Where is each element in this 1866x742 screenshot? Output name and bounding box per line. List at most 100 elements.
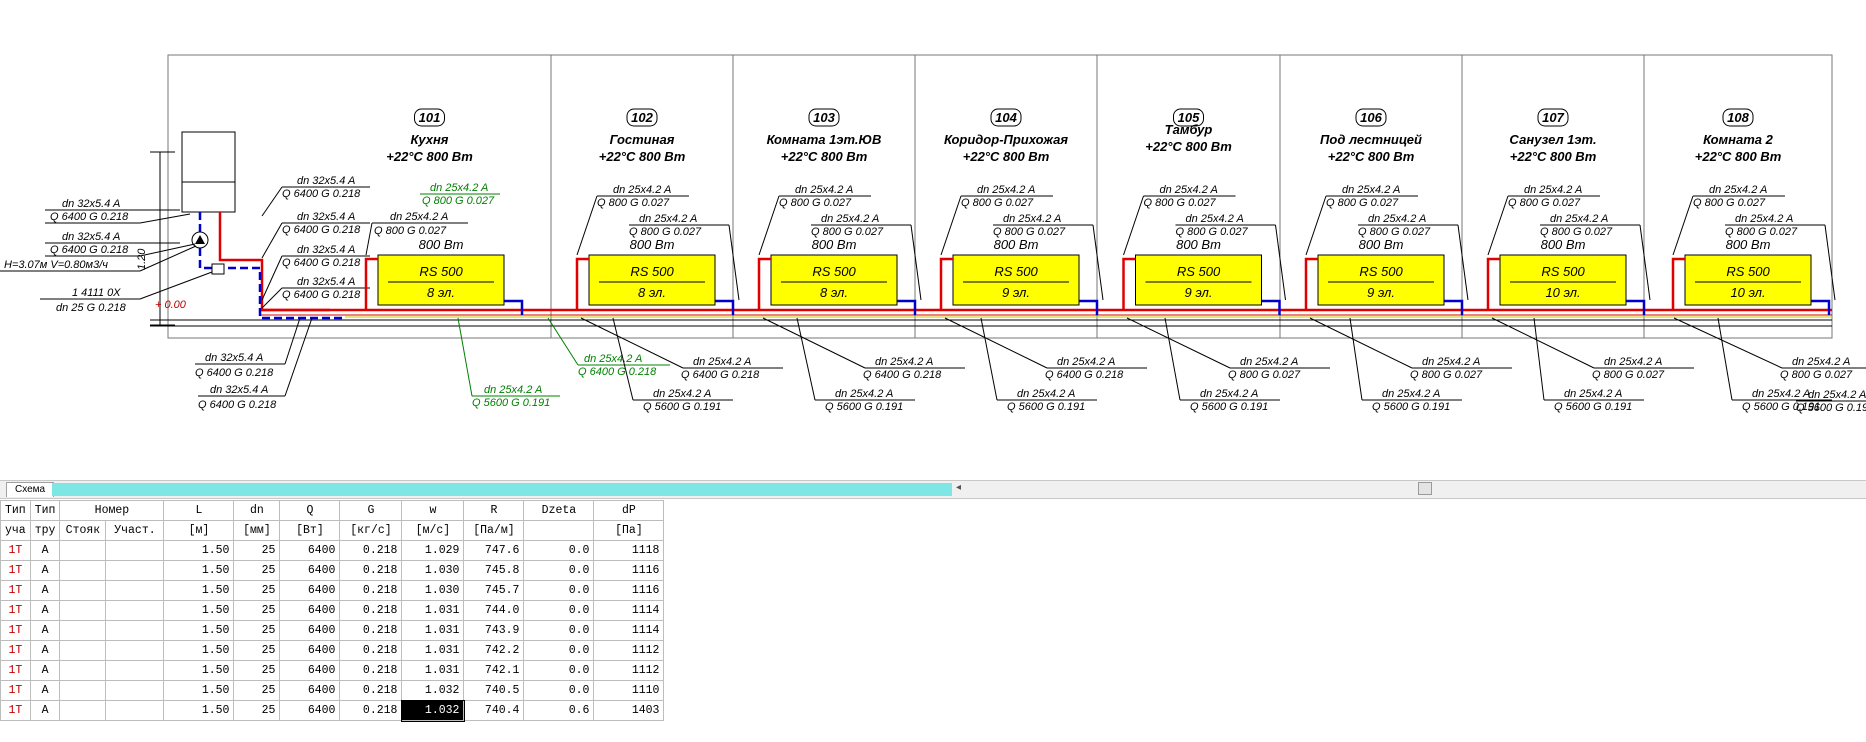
table-cell[interactable]: 747.6 bbox=[463, 540, 525, 561]
table-cell[interactable] bbox=[105, 540, 165, 561]
table-row[interactable]: 1T A 1.50 25 6400 0.218 1.032 740.5 0.0 1110 bbox=[0, 680, 665, 701]
heating-scheme[interactable]: dn 32x5.4 AQ 6400 G 0.218dn 32x5.4 AQ 64… bbox=[0, 0, 1866, 480]
table-row[interactable]: 1T A 1.50 25 6400 0.218 1.031 743.9 0.0 1114 bbox=[0, 620, 665, 641]
table-cell[interactable]: 25 bbox=[233, 580, 281, 601]
table-cell[interactable]: 1110 bbox=[593, 680, 665, 701]
table-cell[interactable]: 6400 bbox=[279, 620, 341, 641]
table-cell[interactable]: 0.218 bbox=[339, 600, 403, 621]
table-cell[interactable]: 25 bbox=[233, 540, 281, 561]
table-row[interactable]: 1T A 1.50 25 6400 0.218 1.031 742.1 0.0 1112 bbox=[0, 660, 665, 681]
table-cell[interactable] bbox=[105, 640, 165, 661]
table-cell[interactable]: 1T bbox=[0, 640, 31, 661]
table-cell[interactable]: 1112 bbox=[593, 640, 665, 661]
table-cell[interactable]: 745.8 bbox=[463, 560, 525, 581]
table-cell[interactable]: 1.50 bbox=[163, 700, 235, 721]
table-cell[interactable] bbox=[105, 680, 165, 701]
table-cell[interactable] bbox=[59, 640, 107, 661]
table-cell[interactable] bbox=[59, 560, 107, 581]
table-cell[interactable]: 1T bbox=[0, 620, 31, 641]
table-cell[interactable]: 1T bbox=[0, 580, 31, 601]
table-cell[interactable]: 745.7 bbox=[463, 580, 525, 601]
drawing-canvas[interactable]: dn 32x5.4 AQ 6400 G 0.218 dn 32x5.4 AQ 64… bbox=[0, 0, 1866, 480]
table-cell[interactable]: A bbox=[29, 540, 61, 561]
table-cell[interactable]: 1.50 bbox=[163, 540, 235, 561]
table-cell[interactable]: 744.0 bbox=[463, 600, 525, 621]
table-cell[interactable] bbox=[59, 600, 107, 621]
table-cell[interactable]: 0.0 bbox=[523, 640, 595, 661]
table-cell[interactable]: 0.0 bbox=[523, 660, 595, 681]
table-cell[interactable]: 1T bbox=[0, 560, 31, 581]
table-cell[interactable] bbox=[105, 600, 165, 621]
table-row[interactable]: 1T A 1.50 25 6400 0.218 1.030 745.8 0.0 1116 bbox=[0, 560, 665, 581]
table-cell[interactable]: 6400 bbox=[279, 640, 341, 661]
table-cell[interactable]: 0.6 bbox=[523, 700, 595, 721]
table-cell[interactable]: 742.2 bbox=[463, 640, 525, 661]
table-cell[interactable]: 0.218 bbox=[339, 560, 403, 581]
table-cell[interactable]: 1114 bbox=[593, 620, 665, 641]
table-cell[interactable]: 25 bbox=[233, 660, 281, 681]
table-cell[interactable] bbox=[105, 700, 165, 721]
table-cell[interactable]: 1.50 bbox=[163, 560, 235, 581]
table-row[interactable]: 1T A 1.50 25 6400 0.218 1.031 744.0 0.0 1114 bbox=[0, 600, 665, 621]
table-cell[interactable]: 1.031 bbox=[401, 660, 465, 681]
table-cell[interactable]: 1.50 bbox=[163, 680, 235, 701]
table-cell[interactable] bbox=[59, 540, 107, 561]
table-cell[interactable]: 25 bbox=[233, 640, 281, 661]
table-cell[interactable]: 1116 bbox=[593, 560, 665, 581]
table-cell[interactable]: 25 bbox=[233, 700, 281, 721]
table-cell[interactable]: 740.4 bbox=[463, 700, 525, 721]
table-cell[interactable]: 25 bbox=[233, 560, 281, 581]
table-cell[interactable]: 6400 bbox=[279, 660, 341, 681]
table-cell[interactable]: 25 bbox=[233, 620, 281, 641]
table-cell[interactable]: 1.031 bbox=[401, 600, 465, 621]
table-cell[interactable]: 0.0 bbox=[523, 620, 595, 641]
table-cell[interactable]: 1.031 bbox=[401, 640, 465, 661]
table-cell[interactable]: A bbox=[29, 620, 61, 641]
table-cell[interactable]: 6400 bbox=[279, 700, 341, 721]
table-cell[interactable]: 6400 bbox=[279, 680, 341, 701]
table-cell[interactable]: 1403 bbox=[593, 700, 665, 721]
table-cell[interactable]: 1118 bbox=[593, 540, 665, 561]
table-cell[interactable]: 1T bbox=[0, 600, 31, 621]
tab-schema[interactable]: Схема bbox=[6, 482, 55, 497]
table-cell[interactable] bbox=[59, 580, 107, 601]
table-cell[interactable] bbox=[105, 560, 165, 581]
table-cell[interactable]: 0.218 bbox=[339, 700, 403, 721]
table-cell[interactable]: 1.50 bbox=[163, 640, 235, 661]
table-cell[interactable] bbox=[59, 620, 107, 641]
table-cell[interactable]: A bbox=[29, 600, 61, 621]
table-cell[interactable]: 0.0 bbox=[523, 560, 595, 581]
table-cell[interactable]: 1T bbox=[0, 540, 31, 561]
table-cell[interactable] bbox=[59, 660, 107, 681]
table-cell[interactable]: 1.029 bbox=[401, 540, 465, 561]
table-cell[interactable]: A bbox=[29, 700, 61, 721]
table-cell[interactable] bbox=[105, 660, 165, 681]
table-cell[interactable]: 1.50 bbox=[163, 580, 235, 601]
table-row[interactable]: 1T A 1.50 25 6400 0.218 1.030 745.7 0.0 1116 bbox=[0, 580, 665, 601]
table-cell[interactable]: 25 bbox=[233, 600, 281, 621]
table-cell[interactable]: 0.218 bbox=[339, 660, 403, 681]
table-cell[interactable]: A bbox=[29, 660, 61, 681]
table-cell[interactable]: 6400 bbox=[279, 560, 341, 581]
table-cell[interactable]: 0.0 bbox=[523, 580, 595, 601]
table-row[interactable]: 1T A 1.50 25 6400 0.218 1.032 740.4 0.6 1403 bbox=[0, 699, 665, 722]
table-cell[interactable]: 1T bbox=[0, 700, 31, 721]
table-cell[interactable] bbox=[59, 680, 107, 701]
table-cell[interactable]: 6400 bbox=[279, 540, 341, 561]
table-cell[interactable]: 0.0 bbox=[523, 680, 595, 701]
table-cell[interactable]: 1T bbox=[0, 660, 31, 681]
table-row[interactable]: 1T A 1.50 25 6400 0.218 1.031 742.2 0.0 1112 bbox=[0, 640, 665, 661]
table-cell[interactable]: 0.218 bbox=[339, 680, 403, 701]
table-cell[interactable]: 0.218 bbox=[339, 620, 403, 641]
table-row[interactable]: 1T A 1.50 25 6400 0.218 1.029 747.6 0.0 1118 bbox=[0, 540, 665, 561]
table-cell[interactable]: 1.50 bbox=[163, 660, 235, 681]
table-cell[interactable]: 1.032 bbox=[401, 680, 465, 701]
table-cell[interactable]: 0.218 bbox=[339, 540, 403, 561]
table-cell[interactable]: 0.218 bbox=[339, 640, 403, 661]
table-cell[interactable]: 742.1 bbox=[463, 660, 525, 681]
table-cell[interactable]: A bbox=[29, 560, 61, 581]
table-cell[interactable]: 1114 bbox=[593, 600, 665, 621]
table-cell[interactable]: 25 bbox=[233, 680, 281, 701]
splitter-handle[interactable] bbox=[1418, 482, 1432, 495]
table-cell[interactable] bbox=[105, 580, 165, 601]
